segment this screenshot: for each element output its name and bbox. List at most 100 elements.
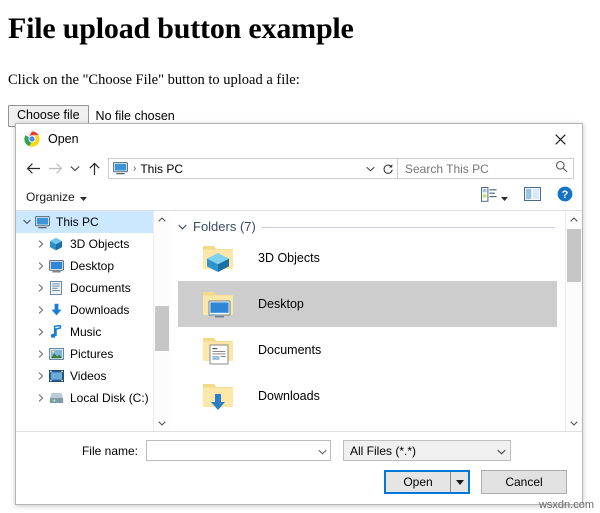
sidebar-item-pictures[interactable]: Pictures	[16, 343, 153, 365]
local-disk-icon	[48, 390, 64, 406]
file-name-chevron-down-icon[interactable]	[318, 442, 327, 460]
forward-arrow-icon	[44, 158, 66, 180]
breadcrumb[interactable]: › This PC	[108, 158, 398, 179]
desktop-icon	[48, 258, 64, 274]
sidebar-item-label: Downloads	[70, 303, 130, 317]
refresh-icon[interactable]	[379, 159, 397, 178]
up-arrow-icon[interactable]	[83, 158, 105, 180]
no-file-chosen-label: No file chosen	[95, 109, 175, 123]
sidebar-item-documents[interactable]: Documents	[16, 277, 153, 299]
music-icon	[48, 324, 64, 340]
breadcrumb-chevron-down-icon[interactable]	[361, 159, 379, 178]
file-list-scroll-thumb[interactable]	[567, 228, 581, 282]
list-item[interactable]: Documents	[178, 327, 557, 373]
scroll-up-icon[interactable]	[154, 211, 170, 227]
svg-text:?: ?	[562, 189, 569, 201]
scroll-up-icon[interactable]	[566, 211, 582, 227]
chevron-right-icon[interactable]	[34, 240, 48, 248]
open-button-label[interactable]: Open	[386, 472, 451, 492]
sidebar-item-downloads[interactable]: Downloads	[16, 299, 153, 321]
dialog-title: Open	[48, 132, 79, 146]
page-instruction: Click on the "Choose File" button to upl…	[8, 72, 300, 88]
file-type-filter-dropdown[interactable]: All Files (*.*)	[343, 440, 511, 461]
chevron-right-icon[interactable]	[34, 328, 48, 336]
file-list-scroll-track[interactable]	[566, 227, 582, 415]
list-item[interactable]: Downloads	[178, 373, 557, 419]
navigation-pane: This PC 3D Objects Desktop Documents Dow…	[16, 211, 153, 431]
search-icon[interactable]	[555, 160, 568, 178]
open-file-dialog: Open › This PC Search This PC Organize ?…	[15, 123, 583, 505]
watermark: wsxdn.com	[538, 499, 594, 511]
list-item-label: 3D Objects	[258, 251, 320, 265]
dialog-action-buttons: Open Cancel	[28, 470, 570, 494]
scroll-down-icon[interactable]	[154, 415, 170, 431]
dialog-titlebar: Open	[16, 124, 582, 154]
file-name-input[interactable]	[146, 440, 331, 461]
back-arrow-icon[interactable]	[22, 158, 44, 180]
folders-group-header[interactable]: Folders (7)	[170, 211, 565, 235]
sidebar-item-label: Local Disk (C:)	[70, 391, 149, 405]
downloads-icon	[48, 302, 64, 318]
chrome-icon	[24, 131, 40, 147]
videos-icon	[48, 368, 64, 384]
group-header-label: Folders (7)	[193, 218, 256, 234]
navpane-scroll-thumb[interactable]	[155, 305, 169, 352]
chevron-right-icon[interactable]	[34, 284, 48, 292]
preview-pane-icon	[524, 187, 541, 206]
filter-chevron-down-icon[interactable]	[497, 442, 506, 460]
folder-documents-icon	[200, 334, 236, 366]
dialog-body: This PC 3D Objects Desktop Documents Dow…	[16, 211, 582, 432]
sidebar-item-desktop[interactable]: Desktop	[16, 255, 153, 277]
folder-downloads-icon	[200, 380, 236, 412]
3d-objects-icon	[48, 236, 64, 252]
view-layout-icon	[481, 186, 497, 207]
navpane-scrollbar[interactable]	[153, 211, 170, 431]
sidebar-item-label: Pictures	[70, 347, 114, 361]
list-item[interactable]: Desktop	[178, 281, 557, 327]
chevron-down-icon[interactable]	[178, 217, 187, 235]
chevron-right-icon[interactable]	[34, 306, 48, 314]
open-caret-down-icon[interactable]	[451, 472, 468, 492]
scroll-down-icon[interactable]	[566, 415, 582, 431]
organize-button[interactable]: Organize	[26, 190, 87, 204]
recent-locations-chevron-down-icon[interactable]	[66, 158, 83, 180]
preview-pane-button[interactable]	[524, 187, 541, 206]
chevron-down-icon[interactable]	[20, 219, 34, 225]
sidebar-item-music[interactable]: Music	[16, 321, 153, 343]
file-list-scrollbar[interactable]	[565, 211, 582, 431]
chevron-right-icon[interactable]	[34, 372, 48, 380]
sidebar-item-videos[interactable]: Videos	[16, 365, 153, 387]
page-title: File upload button example	[8, 12, 354, 45]
chevron-right-icon[interactable]	[34, 350, 48, 358]
chevron-right-icon[interactable]	[34, 262, 48, 270]
sidebar-item-label: 3D Objects	[70, 237, 130, 251]
sidebar-item-label: Desktop	[70, 259, 115, 273]
sidebar-item-3d-objects[interactable]: 3D Objects	[16, 233, 153, 255]
open-button[interactable]: Open	[384, 470, 470, 494]
list-item-label: Downloads	[258, 389, 320, 403]
this-pc-icon	[34, 214, 50, 230]
sidebar-item-label: Music	[70, 325, 102, 339]
folder-3d-objects-icon	[200, 242, 236, 274]
sidebar-item-local-disk-c[interactable]: Local Disk (C:)	[16, 387, 153, 409]
list-item-label: Documents	[258, 343, 322, 357]
navpane-scroll-track[interactable]	[154, 227, 170, 415]
help-icon: ?	[557, 186, 573, 207]
sidebar-item-this-pc[interactable]: This PC	[16, 211, 153, 233]
sidebar-item-label: Documents	[70, 281, 131, 295]
help-button[interactable]: ?	[557, 186, 573, 207]
file-name-label: File name:	[81, 443, 138, 458]
caret-down-icon	[79, 190, 87, 204]
group-header-rule	[261, 226, 555, 228]
cancel-button[interactable]: Cancel	[481, 470, 567, 494]
chevron-right-icon[interactable]	[34, 394, 48, 402]
list-item[interactable]: 3D Objects	[178, 235, 557, 281]
organize-label: Organize	[26, 189, 75, 204]
sidebar-item-label: This PC	[56, 215, 99, 229]
search-input[interactable]: Search This PC	[398, 158, 574, 179]
breadcrumb-current[interactable]: This PC	[140, 162, 183, 176]
file-name-row: File name: All Files (*.*)	[28, 440, 570, 461]
close-icon[interactable]	[540, 125, 580, 153]
view-layout-button[interactable]	[481, 186, 508, 207]
file-list-pane[interactable]: Folders (7) 3D Objects Desktop Documents…	[170, 211, 565, 431]
